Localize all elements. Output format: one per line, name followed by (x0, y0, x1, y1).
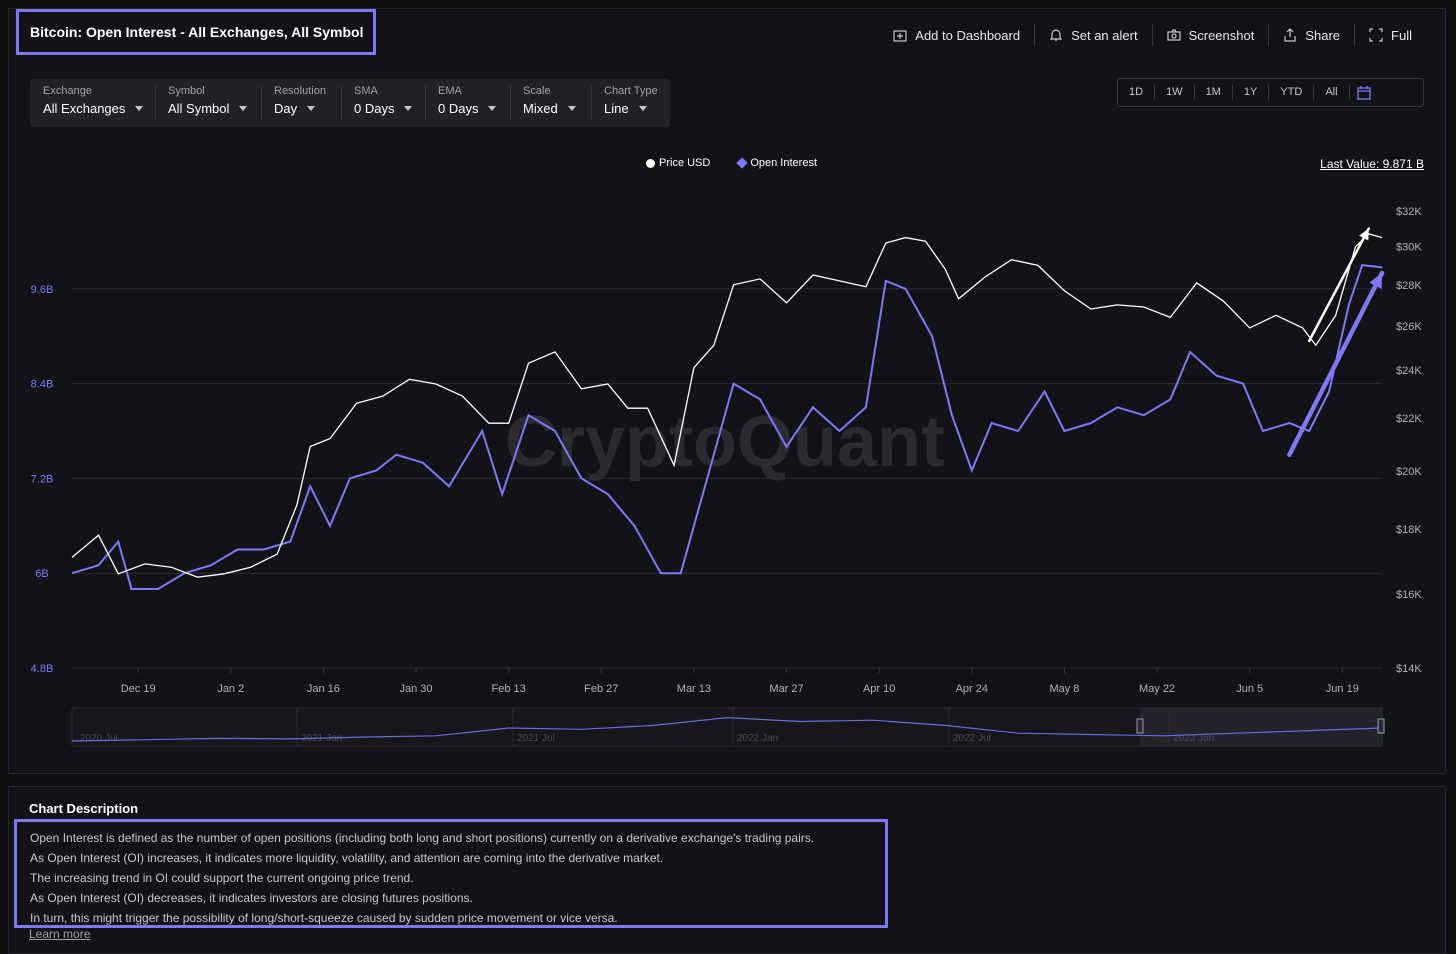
x-axis-tick-label: Feb 27 (584, 683, 618, 695)
right-axis-tick-label: $16K (1396, 589, 1422, 601)
left-axis-tick-label: 9.6B (31, 284, 54, 296)
navigator-label: 2022 Jul (953, 733, 991, 744)
x-axis-tick-label: Jan 16 (307, 683, 340, 695)
x-axis-tick-label: Mar 27 (769, 683, 803, 695)
chart-svg: CryptoQuant4.8B6B7.2B8.4B9.6B$14K$16K$18… (31, 206, 1422, 747)
right-axis-tick-label: $26K (1396, 321, 1422, 333)
x-axis-tick-label: Apr 24 (956, 683, 988, 695)
right-axis-tick-label: $28K (1396, 280, 1422, 292)
x-axis-tick-label: Jan 30 (400, 683, 433, 695)
description-line: Open Interest is defined as the number o… (30, 831, 815, 845)
description-line: The increasing trend in OI could support… (30, 871, 414, 885)
left-axis-tick-label: 8.4B (31, 379, 54, 391)
x-axis-tick-label: Jan 2 (217, 683, 244, 695)
description-line: As Open Interest (OI) increases, it indi… (30, 851, 664, 865)
left-axis-tick-label: 7.2B (31, 473, 54, 485)
description-title: Chart Description (29, 801, 139, 816)
right-axis-tick-label: $32K (1396, 206, 1422, 218)
x-axis-tick-label: Mar 13 (677, 683, 711, 695)
navigator-label: 2020 Jul (80, 733, 118, 744)
right-axis-tick-label: $20K (1396, 466, 1422, 478)
description-box: Open Interest is defined as the number o… (14, 819, 888, 928)
navigator-label: 2021 Jul (517, 733, 555, 744)
left-axis-tick-label: 4.8B (31, 663, 54, 675)
chart-description-panel: Chart Description Open Interest is defin… (8, 786, 1446, 954)
x-axis-tick-label: Jun 19 (1326, 683, 1359, 695)
right-axis-tick-label: $14K (1396, 663, 1422, 675)
description-line: In turn, this might trigger the possibil… (30, 911, 618, 925)
learn-more-link[interactable]: Learn more (29, 927, 90, 941)
x-axis-tick-label: May 22 (1139, 683, 1175, 695)
left-axis-tick-label: 6B (35, 568, 48, 580)
navigator-handle (1136, 718, 1144, 734)
description-line: As Open Interest (OI) decreases, it indi… (30, 891, 473, 905)
right-axis-tick-label: $18K (1396, 524, 1422, 536)
x-axis-tick-label: May 8 (1049, 683, 1079, 695)
x-axis-tick-label: Feb 13 (492, 683, 526, 695)
x-axis-tick-label: Dec 19 (121, 683, 156, 695)
right-axis-tick-label: $22K (1396, 413, 1422, 425)
right-axis-tick-label: $24K (1396, 365, 1422, 377)
annotation-arrow-shaft (1307, 227, 1371, 343)
navigator-label: 2022 Jan (737, 733, 778, 744)
navigator-handle (1377, 718, 1385, 734)
annotation-arrow-shaft (1287, 270, 1385, 457)
right-axis-tick-label: $30K (1396, 242, 1422, 254)
x-axis-tick-label: Jun 5 (1236, 683, 1263, 695)
x-axis-tick-label: Apr 10 (863, 683, 895, 695)
